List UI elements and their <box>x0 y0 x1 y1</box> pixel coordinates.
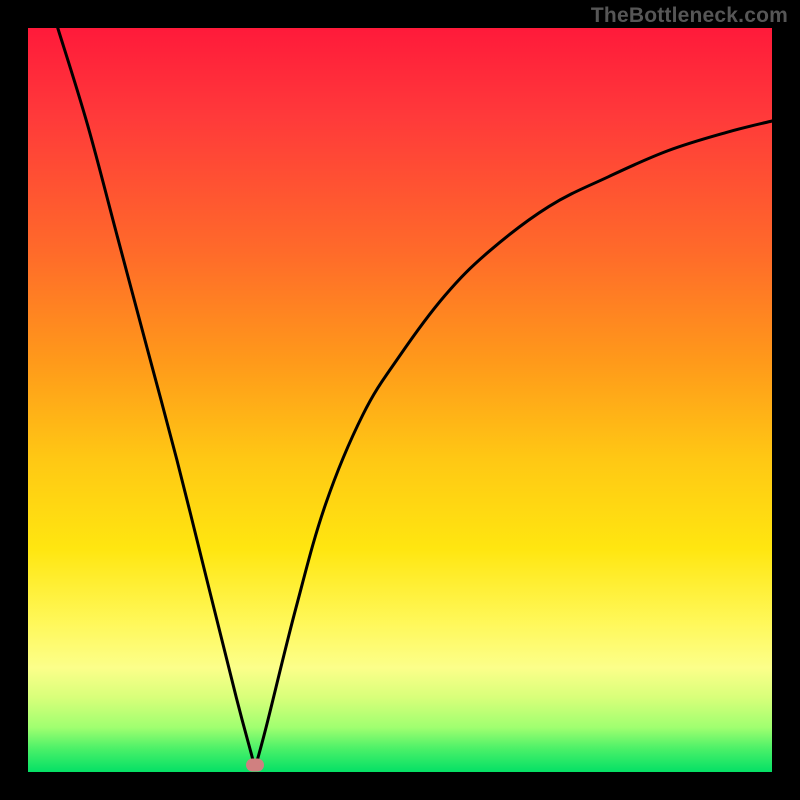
chart-frame: TheBottleneck.com <box>0 0 800 800</box>
bottleneck-curve <box>28 28 772 772</box>
watermark-text: TheBottleneck.com <box>591 4 788 28</box>
plot-area <box>28 28 772 772</box>
min-marker <box>246 758 264 771</box>
